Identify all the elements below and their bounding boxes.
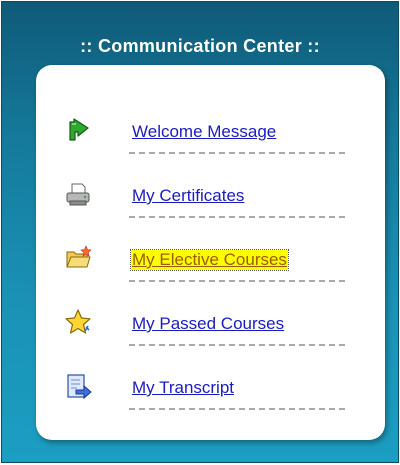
my-elective-courses-link[interactable]: My Elective Courses (130, 249, 289, 271)
divider (129, 280, 345, 282)
my-passed-courses-link[interactable]: My Passed Courses (132, 314, 284, 334)
folder-star-icon (64, 244, 92, 272)
menu-item-my-transcript[interactable]: My Transcript (36, 359, 385, 423)
divider (129, 344, 345, 346)
my-transcript-link[interactable]: My Transcript (132, 378, 234, 398)
my-certificates-link[interactable]: My Certificates (132, 186, 244, 206)
printer-icon (64, 180, 92, 208)
communication-center-panel: :: Communication Center :: Welcome Messa… (1, 1, 399, 463)
menu-item-my-certificates[interactable]: My Certificates (36, 167, 385, 231)
divider (129, 152, 345, 154)
menu-item-my-elective-courses[interactable]: My Elective Courses (36, 231, 385, 295)
divider (129, 216, 345, 218)
menu-item-welcome-message[interactable]: Welcome Message (36, 103, 385, 167)
menu-item-my-passed-courses[interactable]: My Passed Courses (36, 295, 385, 359)
divider (129, 408, 345, 410)
document-arrow-icon (64, 372, 92, 400)
menu-card: Welcome Message My Certificates My Elect… (36, 65, 385, 440)
star-icon (64, 308, 92, 336)
green-arrow-icon (64, 116, 92, 144)
panel-title: :: Communication Center :: (80, 36, 320, 56)
welcome-message-link[interactable]: Welcome Message (132, 122, 276, 142)
